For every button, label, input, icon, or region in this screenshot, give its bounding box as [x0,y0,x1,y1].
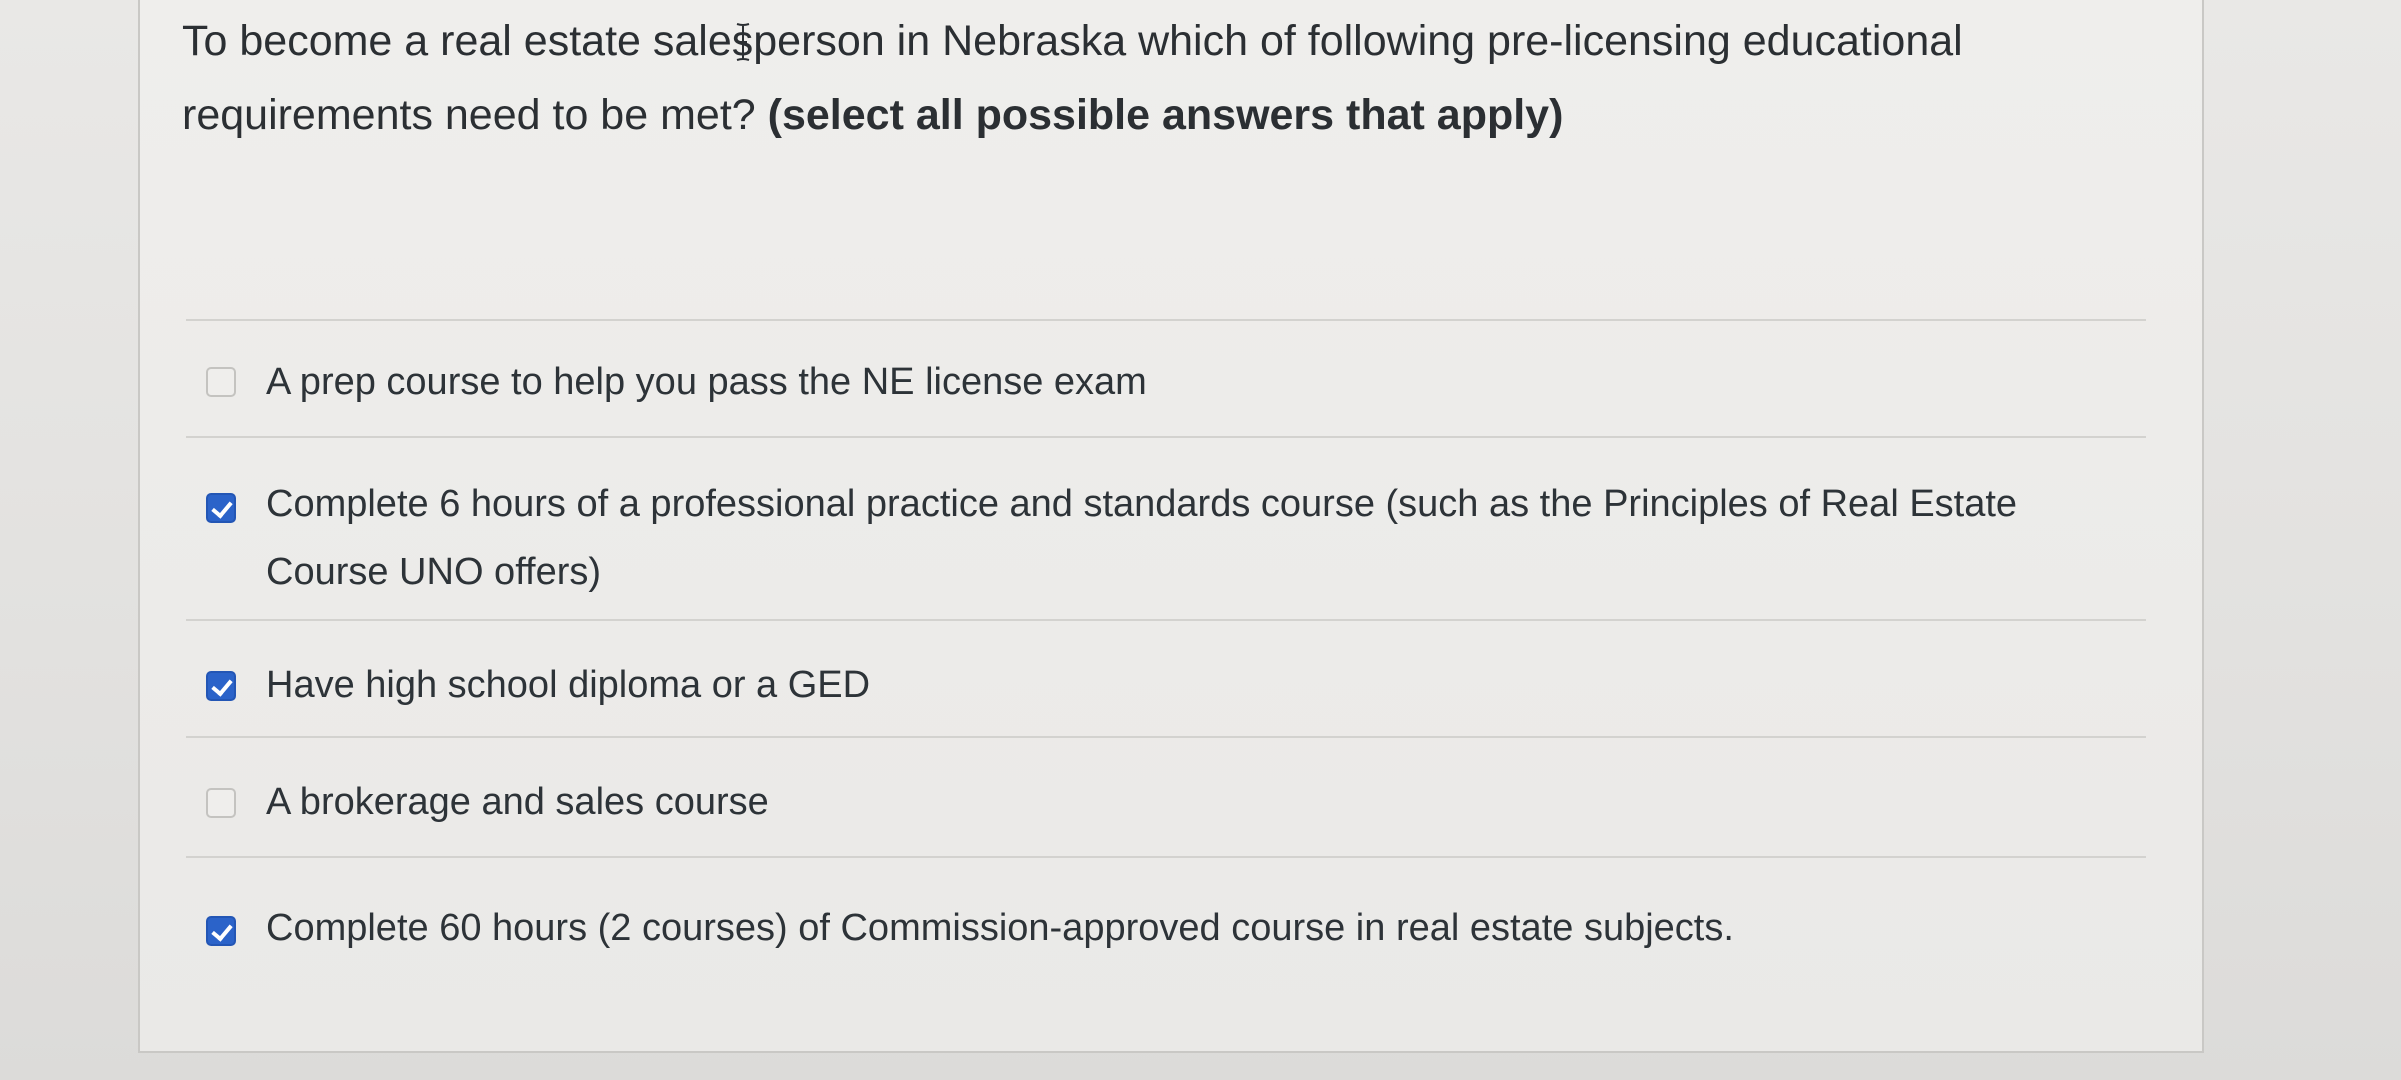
page: To become a real estate salesperson in N… [0,0,2401,1080]
answer-label: Complete 60 hours (2 courses) of Commiss… [266,907,1734,949]
answer-label: Have high school diploma or a GED [266,664,871,706]
checkbox-checked[interactable] [206,671,236,701]
answer-label: Complete 6 hours of a professional pract… [266,483,2018,593]
answer-option[interactable]: Have high school diploma or a GED [186,619,2146,736]
answer-list: A prep course to help you pass the NE li… [186,319,2146,986]
checkbox-checked[interactable] [206,916,236,946]
question-card: To become a real estate salesperson in N… [138,0,2204,1053]
answer-option[interactable]: A brokerage and sales course [186,736,2146,856]
question-text: To become a real estate salesperson in N… [182,4,2172,152]
text-cursor-icon [736,23,750,61]
question-instruction: (select all possible answers that apply) [767,91,1564,139]
checkbox-checked[interactable] [206,493,236,523]
checkbox-unchecked[interactable] [206,367,236,397]
answer-option[interactable]: Complete 6 hours of a professional pract… [186,436,2146,619]
answer-option[interactable]: Complete 60 hours (2 courses) of Commiss… [186,856,2146,986]
checkbox-unchecked[interactable] [206,788,236,818]
answer-option[interactable]: A prep course to help you pass the NE li… [186,319,2146,436]
answer-label: A prep course to help you pass the NE li… [266,361,1147,403]
answer-label: A brokerage and sales course [266,781,769,823]
